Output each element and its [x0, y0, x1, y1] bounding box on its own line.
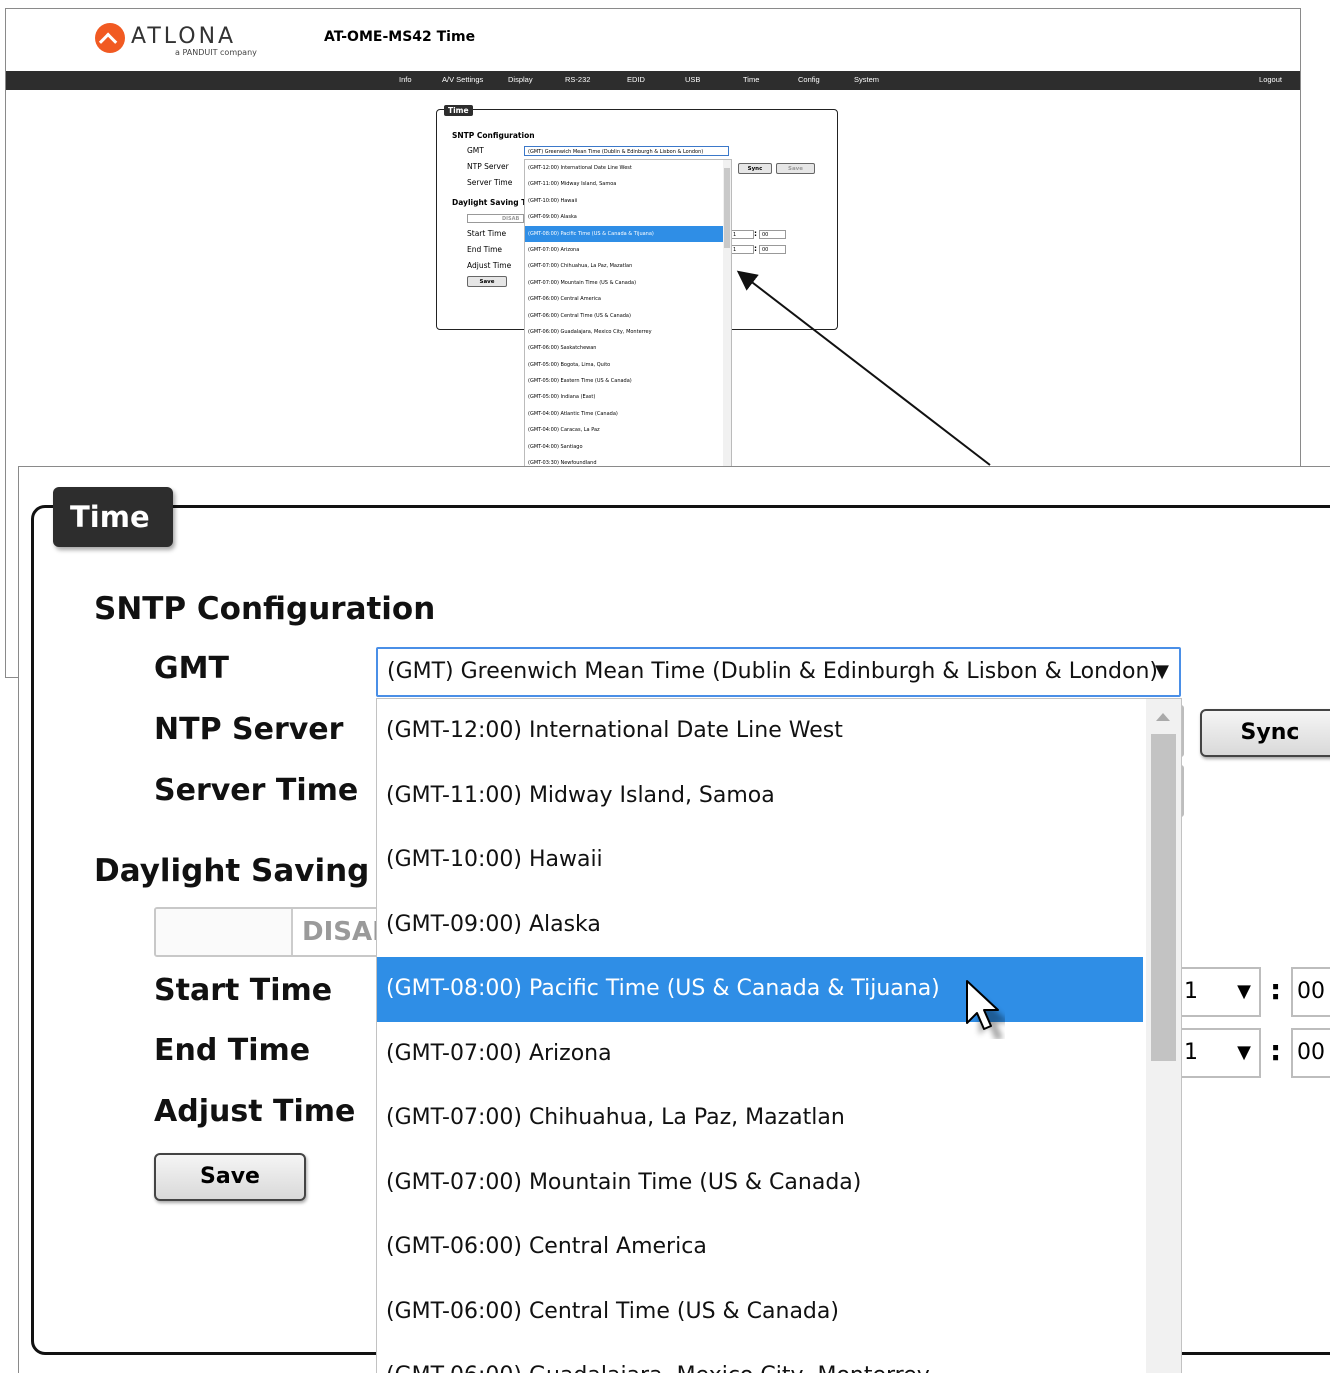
server-time-label-small: Server Time: [467, 178, 513, 187]
time-tab-small: Time: [444, 105, 473, 116]
atlona-logo: ATLONA a PANDUIT company: [95, 23, 270, 57]
sntp-heading: SNTP Configuration: [94, 591, 436, 627]
end-time-label-small: End Time: [467, 245, 502, 254]
zoomed-callout: Time SNTP Configuration GMT NTP Server S…: [18, 466, 1330, 1373]
start-colon-small: :: [754, 229, 757, 238]
timezone-option-small[interactable]: (GMT-07:00) Chihuahua, La Paz, Mazatlan: [525, 258, 731, 274]
nav-edid[interactable]: EDID: [627, 75, 645, 84]
end-minute-small[interactable]: 00: [759, 245, 786, 254]
sync-button-small[interactable]: Sync: [738, 163, 772, 174]
server-time-label: Server Time: [154, 773, 359, 808]
gmt-selected-value: (GMT) Greenwich Mean Time (Dublin & Edin…: [387, 659, 1158, 684]
gmt-label: GMT: [154, 651, 229, 686]
caret-down-icon: ▼: [1237, 1042, 1251, 1063]
gmt-select[interactable]: (GMT) Greenwich Mean Time (Dublin & Edin…: [376, 647, 1181, 697]
nav-info[interactable]: Info: [399, 75, 412, 84]
timezone-option[interactable]: (GMT-06:00) Central Time (US & Canada): [377, 1280, 1143, 1345]
nav-display[interactable]: Display: [508, 75, 533, 84]
timezone-option-small[interactable]: (GMT-10:00) Hawaii: [525, 193, 731, 209]
end-time-label: End Time: [154, 1033, 311, 1068]
atlona-logo-icon: [95, 23, 125, 53]
timezone-option[interactable]: (GMT-11:00) Midway Island, Samoa: [377, 764, 1143, 829]
start-minute-select[interactable]: 00: [1291, 967, 1330, 1017]
end-colon: :: [1270, 1034, 1282, 1067]
dst-save-button[interactable]: Save: [154, 1153, 306, 1201]
start-hour-value: 1: [1184, 979, 1198, 1004]
timezone-option-small[interactable]: (GMT-07:00) Arizona: [525, 242, 731, 258]
timezone-option-small[interactable]: (GMT-06:00) Guadalajara, Mexico City, Mo…: [525, 324, 731, 340]
nav-rs232[interactable]: RS-232: [565, 75, 590, 84]
start-time-label: Start Time: [154, 973, 333, 1008]
nav-time[interactable]: Time: [743, 75, 759, 84]
timezone-option-small[interactable]: (GMT-06:00) Central Time (US & Canada): [525, 308, 731, 324]
toggle-label: DISAB: [302, 917, 384, 947]
start-hour-small[interactable]: 1: [730, 230, 754, 239]
logo-wordmark: ATLONA: [131, 24, 237, 49]
end-colon-small: :: [754, 244, 757, 253]
timezone-option[interactable]: (GMT-08:00) Pacific Time (US & Canada & …: [377, 957, 1143, 1022]
timezone-option-small[interactable]: (GMT-09:00) Alaska: [525, 209, 731, 225]
gmt-select-small[interactable]: (GMT) Greenwich Mean Time (Dublin & Edin…: [524, 146, 729, 156]
dropdown-scrollbar-small[interactable]: [723, 160, 731, 472]
gmt-dropdown-list-small[interactable]: (GMT-12:00) International Date Line West…: [524, 159, 732, 473]
ntp-server-label: NTP Server: [154, 712, 344, 747]
gmt-dropdown-list[interactable]: (GMT-12:00) International Date Line West…: [376, 698, 1182, 1373]
start-minute-small[interactable]: 00: [759, 230, 786, 239]
gmt-label-small: GMT: [467, 146, 484, 155]
dst-heading: Daylight Saving T: [94, 853, 402, 889]
timezone-option-small[interactable]: (GMT-04:00) Caracas, La Paz: [525, 422, 731, 438]
timezone-option[interactable]: (GMT-06:00) Guadalajara, Mexico City, Mo…: [377, 1344, 1143, 1373]
caret-down-icon: ▼: [1155, 661, 1169, 682]
nav-system[interactable]: System: [854, 75, 879, 84]
start-time-label-small: Start Time: [467, 229, 507, 238]
timezone-option-small[interactable]: (GMT-07:00) Mountain Time (US & Canada): [525, 275, 731, 291]
timezone-option-small[interactable]: (GMT-05:00) Eastern Time (US & Canada): [525, 373, 731, 389]
end-hour-value: 1: [1184, 1040, 1198, 1065]
timezone-option-small[interactable]: (GMT-04:00) Santiago: [525, 439, 731, 455]
scroll-up-icon[interactable]: [1156, 713, 1170, 721]
ntp-server-label-small: NTP Server: [467, 162, 509, 171]
dst-toggle[interactable]: DISAB: [154, 907, 384, 957]
timezone-option[interactable]: (GMT-12:00) International Date Line West: [377, 699, 1143, 764]
adjust-time-label: Adjust Time: [154, 1094, 356, 1129]
dropdown-scroll-thumb[interactable]: [1151, 734, 1176, 1061]
timezone-option-small[interactable]: (GMT-04:00) Atlantic Time (Canada): [525, 406, 731, 422]
adjust-time-label-small: Adjust Time: [467, 261, 512, 270]
dst-toggle-small[interactable]: DISAB: [467, 214, 524, 223]
pointer-cursor-icon: [966, 980, 1005, 1039]
timezone-option[interactable]: (GMT-10:00) Hawaii: [377, 828, 1143, 893]
nav-av-settings[interactable]: A/V Settings: [442, 75, 483, 84]
time-tab: Time: [53, 487, 173, 547]
timezone-option-small[interactable]: (GMT-11:00) Midway Island, Samoa: [525, 176, 731, 192]
dropdown-scrollbar[interactable]: [1146, 699, 1181, 1373]
timezone-option-small[interactable]: (GMT-06:00) Saskatchewan: [525, 340, 731, 356]
top-navbar: Info A/V Settings Display RS-232 EDID US…: [6, 71, 1300, 90]
logout-link[interactable]: Logout: [1259, 75, 1282, 84]
start-colon: :: [1270, 973, 1282, 1006]
dst-save-button-small[interactable]: Save: [467, 276, 507, 287]
end-hour-small[interactable]: 1: [730, 245, 754, 254]
sntp-heading-small: SNTP Configuration: [452, 131, 535, 140]
timezone-option[interactable]: (GMT-09:00) Alaska: [377, 893, 1143, 958]
timezone-option[interactable]: (GMT-07:00) Mountain Time (US & Canada): [377, 1151, 1143, 1216]
timezone-option[interactable]: (GMT-07:00) Arizona: [377, 1022, 1143, 1087]
sync-button[interactable]: Sync: [1200, 709, 1330, 757]
timezone-option[interactable]: (GMT-07:00) Chihuahua, La Paz, Mazatlan: [377, 1086, 1143, 1151]
ntp-save-button-small[interactable]: Save: [776, 163, 815, 174]
logo-tagline: a PANDUIT company: [175, 48, 257, 57]
device-title: AT-OME-MS42 Time: [324, 29, 476, 45]
nav-usb[interactable]: USB: [685, 75, 700, 84]
end-minute-select[interactable]: 00: [1291, 1028, 1330, 1078]
dropdown-scroll-thumb-small[interactable]: [724, 168, 730, 248]
timezone-option-small[interactable]: (GMT-08:00) Pacific Time (US & Canada & …: [525, 225, 731, 242]
nav-config[interactable]: Config: [798, 75, 820, 84]
toggle-knob[interactable]: [156, 909, 293, 955]
timezone-option-small[interactable]: (GMT-05:00) Indiana (East): [525, 389, 731, 405]
dst-heading-small: Daylight Saving T: [452, 198, 527, 207]
caret-down-icon: ▼: [1237, 981, 1251, 1002]
timezone-option[interactable]: (GMT-06:00) Central America: [377, 1215, 1143, 1280]
timezone-option-small[interactable]: (GMT-12:00) International Date Line West: [525, 160, 731, 176]
timezone-option-small[interactable]: (GMT-05:00) Bogota, Lima, Quito: [525, 357, 731, 373]
timezone-option-small[interactable]: (GMT-06:00) Central America: [525, 291, 731, 307]
